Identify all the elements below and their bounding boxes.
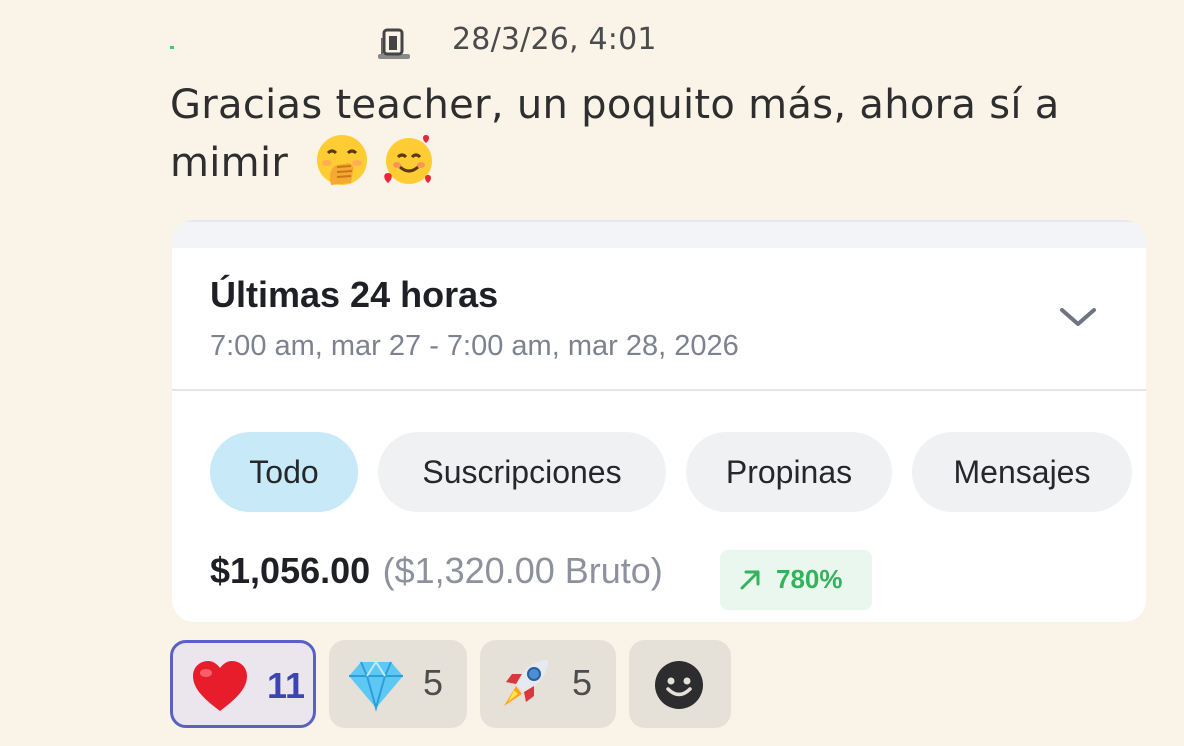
- rocket-icon: [504, 660, 548, 706]
- reaction-heart-count: 11: [267, 665, 306, 706]
- amount-row: $1,056.00 ($1,320.00 Bruto) 780%: [210, 550, 872, 610]
- reaction-rocket-count: 5: [572, 662, 593, 703]
- gem-stone-icon: [349, 660, 403, 712]
- smiling-face-with-hearts-icon: [384, 135, 433, 184]
- message-text-line-1: Gracias teacher, un poquito más, ahora s…: [170, 82, 1060, 128]
- reaction-rocket[interactable]: 5: [480, 640, 616, 728]
- filter-chip-todo[interactable]: Todo: [210, 432, 358, 512]
- chevron-down-icon[interactable]: [1058, 302, 1098, 332]
- trend-percent: 780%: [776, 564, 843, 594]
- net-amount: $1,056.00: [210, 550, 371, 591]
- earnings-card: Últimas 24 horas 7:00 am, mar 27 - 7:00 …: [172, 220, 1146, 622]
- message-text-line-2-words: mimir: [170, 140, 289, 186]
- card-top-strip: [172, 220, 1146, 248]
- filter-chip-suscripciones[interactable]: Suscripciones: [378, 432, 666, 512]
- message-text-line-2: mimir: [170, 134, 1130, 192]
- gross-amount: ($1,320.00 Bruto): [382, 550, 663, 591]
- add-reaction-button[interactable]: [629, 640, 731, 728]
- reaction-gem-count: 5: [423, 662, 444, 703]
- face-with-hand-over-mouth-icon: [317, 135, 368, 185]
- smiley-add-reaction-icon: [655, 661, 703, 709]
- period-title: Últimas 24 horas: [210, 274, 499, 315]
- card-divider: [172, 389, 1146, 391]
- message-text: Gracias teacher, un poquito más, ahora s…: [170, 76, 1130, 192]
- message-header: 28/3/26, 4:01: [170, 18, 690, 64]
- filter-chip-mensajes[interactable]: Mensajes: [912, 432, 1132, 512]
- sender-avatar-icon[interactable]: [376, 26, 412, 60]
- filter-chip-propinas[interactable]: Propinas: [686, 432, 892, 512]
- reaction-gem[interactable]: 5: [329, 640, 467, 728]
- trend-up-arrow-icon: [740, 570, 760, 590]
- trend-badge: 780%: [720, 550, 872, 610]
- red-heart-icon: [193, 661, 247, 711]
- sender-name[interactable]: [170, 46, 174, 49]
- message-timestamp: 28/3/26, 4:01: [452, 22, 657, 57]
- reaction-heart[interactable]: 11: [170, 640, 316, 728]
- period-date-range: 7:00 am, mar 27 - 7:00 am, mar 28, 2026: [210, 330, 739, 362]
